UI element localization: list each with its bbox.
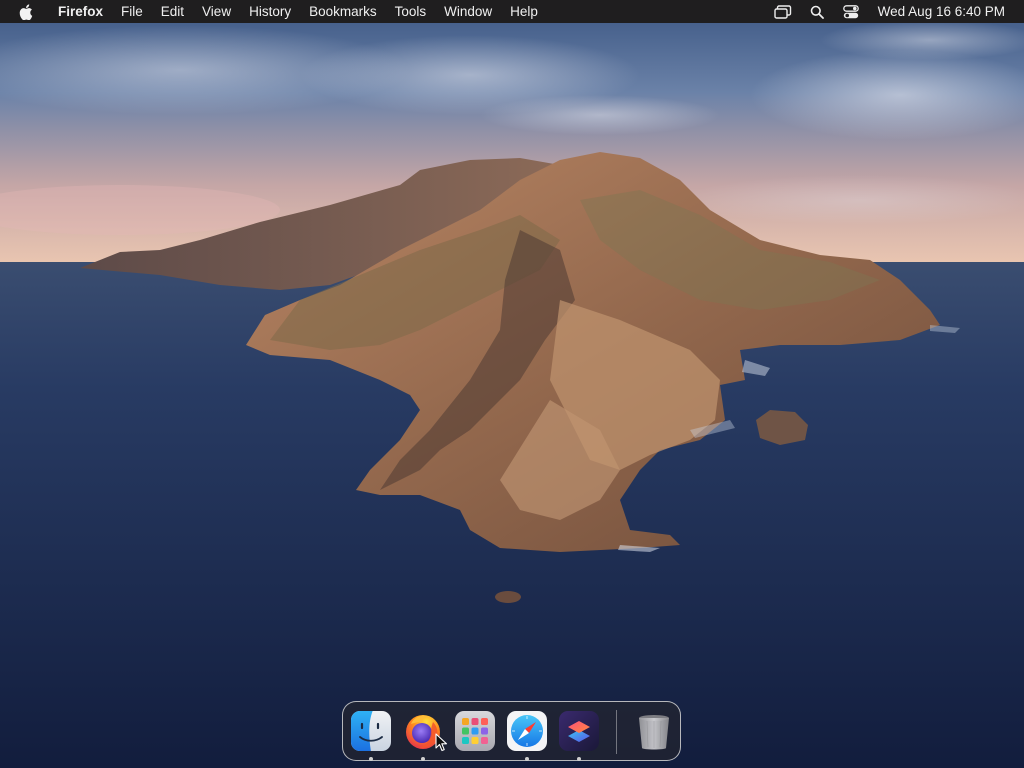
trash-icon	[639, 715, 669, 750]
finder-running-indicator	[369, 757, 373, 761]
screen-mirroring-icon[interactable]	[773, 4, 793, 20]
dock-trash[interactable]	[633, 710, 675, 752]
apple-logo-icon	[19, 3, 33, 20]
firefox-running-indicator	[421, 757, 425, 761]
menu-bookmarks[interactable]: Bookmarks	[300, 0, 386, 23]
mouse-pointer-icon	[435, 733, 448, 752]
menu-file[interactable]: File	[112, 0, 152, 23]
menu-tools[interactable]: Tools	[386, 0, 436, 23]
apple-menu-icon[interactable]	[19, 3, 35, 20]
menu-view[interactable]: View	[193, 0, 240, 23]
finder-icon	[351, 711, 391, 751]
spotlight-search-icon[interactable]	[807, 4, 827, 20]
menu-bar: Firefox File Edit View History Bookmarks…	[0, 0, 1024, 23]
dock	[342, 701, 681, 761]
menu-window[interactable]: Window	[435, 0, 501, 23]
dock-finder[interactable]	[350, 710, 392, 752]
launchpad-icon	[455, 711, 495, 751]
safari-icon	[507, 711, 547, 751]
control-center-icon[interactable]	[841, 4, 861, 20]
dock-separator	[616, 710, 617, 754]
menu-bar-clock[interactable]: Wed Aug 16 6:40 PM	[878, 4, 1005, 19]
safari-running-indicator	[525, 757, 529, 761]
menu-edit[interactable]: Edit	[152, 0, 193, 23]
catalina-island-image	[0, 0, 1024, 768]
dock-safari[interactable]	[506, 710, 548, 752]
menu-extras: Wed Aug 16 6:40 PM	[766, 0, 1024, 23]
shortcuts-icon	[559, 711, 599, 751]
menu-app-name[interactable]: Firefox	[49, 0, 112, 23]
desktop-wallpaper	[0, 0, 1024, 768]
dock-shortcuts[interactable]	[558, 710, 600, 752]
shortcuts-running-indicator	[577, 757, 581, 761]
menu-history[interactable]: History	[240, 0, 300, 23]
dock-launchpad[interactable]	[454, 710, 496, 752]
menu-help[interactable]: Help	[501, 0, 547, 23]
